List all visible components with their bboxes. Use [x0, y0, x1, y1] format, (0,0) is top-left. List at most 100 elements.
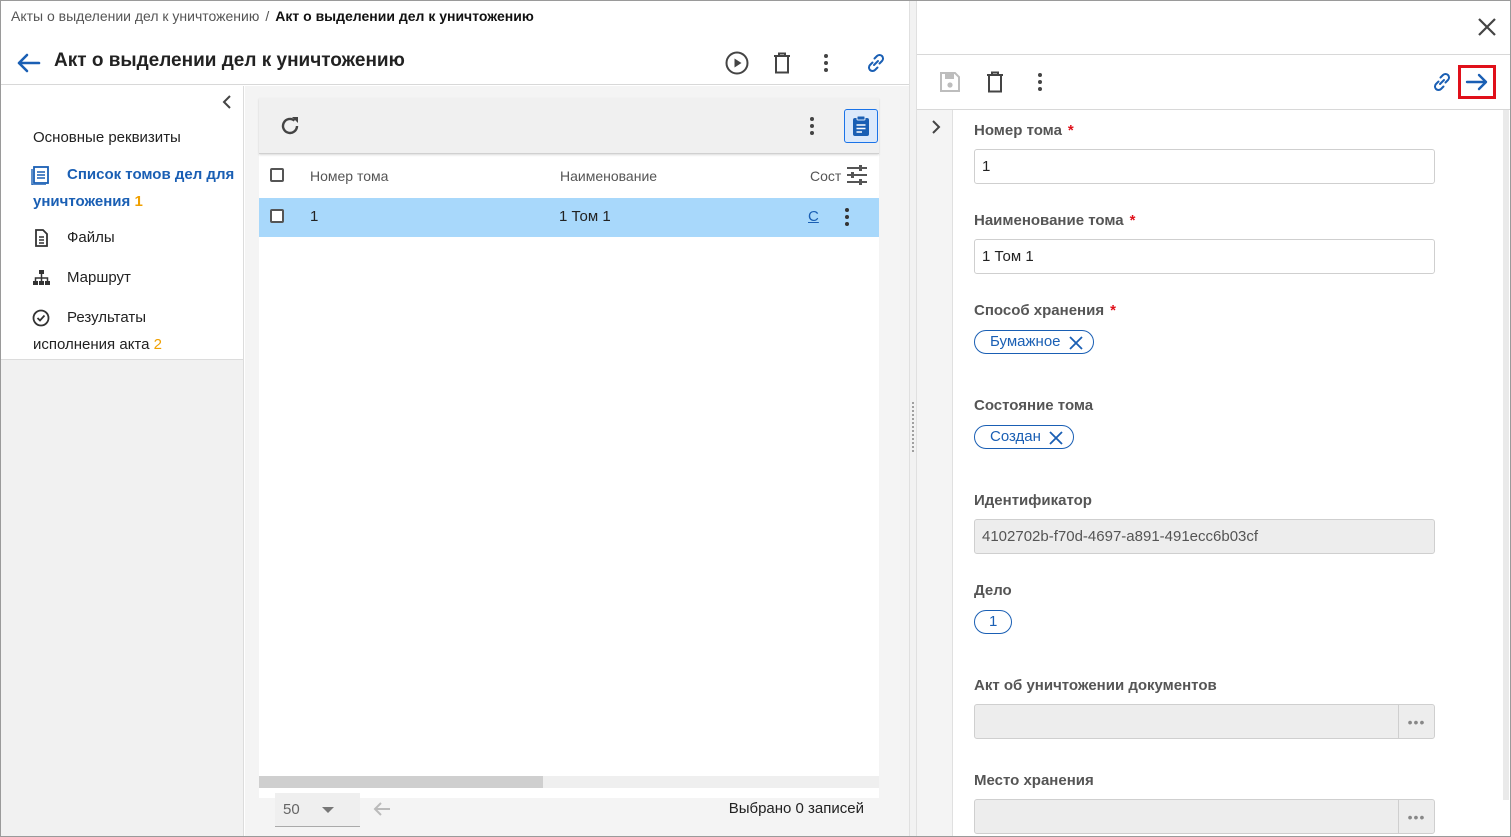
volume-table-card: Номер тома Наименование Сост 1 1 Том 1 С: [259, 98, 879, 798]
save-button[interactable]: [937, 69, 963, 95]
document-icon: [35, 229, 48, 247]
select-dots-button[interactable]: •••: [1398, 705, 1434, 738]
panel-splitter[interactable]: [909, 1, 917, 836]
volume-number-field[interactable]: 1: [974, 149, 1435, 184]
arrow-left-icon[interactable]: [371, 798, 393, 820]
breadcrumb-parent-link[interactable]: Акты о выделении дел к уничтожению: [11, 8, 259, 24]
destruction-act-label: Акт об уничтожении документов: [974, 677, 1217, 694]
detail-link-button[interactable]: [1429, 69, 1455, 95]
sidebar-item-count: 2: [153, 336, 162, 353]
main-panel: Акты о выделении дел к уничтожению / Акт о…: [1, 1, 909, 836]
row-more-icon[interactable]: [844, 207, 850, 227]
volume-name-label: Наименование тома *: [974, 212, 1136, 229]
close-icon[interactable]: [1049, 431, 1063, 445]
more-menu-button[interactable]: [812, 49, 840, 77]
chevron-left-icon[interactable]: [217, 92, 237, 112]
column-header-number[interactable]: Номер тома: [310, 168, 388, 184]
scrollbar-thumb[interactable]: [259, 776, 543, 788]
sidebar-item-label-line2: исполнения акта: [33, 336, 150, 353]
more-vertical-icon: [824, 54, 828, 72]
volume-number-label: Номер тома *: [974, 122, 1074, 139]
volume-table-area: Номер тома Наименование Сост 1 1 Том 1 С: [245, 86, 909, 836]
page-size-select[interactable]: 50: [275, 793, 360, 827]
case-label: Дело: [974, 582, 1012, 599]
breadcrumb-separator: /: [265, 8, 270, 24]
storage-method-label: Способ хранения *: [974, 302, 1116, 319]
sidebar-item-route[interactable]: Маршрут: [33, 264, 131, 291]
chip-label: 1: [989, 613, 998, 630]
grip-icon[interactable]: [911, 401, 915, 453]
volume-name-field[interactable]: 1 Том 1: [974, 239, 1435, 274]
detail-panel: Номер тома * 1 Наименование тома * 1 Том 1…: [917, 1, 1510, 836]
breadcrumb: Акты о выделении дел к уничтожению / Акт о…: [11, 8, 534, 24]
delete-button[interactable]: [768, 49, 796, 77]
check-badge-icon: [32, 309, 50, 327]
table-header: Номер тома Наименование Сост: [259, 156, 879, 196]
sidebar-item-label: Список томов дел для: [67, 166, 235, 183]
volume-state-chip[interactable]: Создан: [974, 425, 1074, 449]
sidebar: Основные реквизиты Список томов дел для …: [1, 86, 244, 836]
column-header-name[interactable]: Наименование: [560, 168, 657, 184]
sidebar-item-label: Результаты: [67, 309, 146, 326]
close-icon[interactable]: [1068, 336, 1083, 350]
detail-delete-button[interactable]: [982, 69, 1008, 95]
detail-side-strip: [917, 110, 953, 836]
select-dots-button[interactable]: •••: [1398, 800, 1434, 833]
column-header-state[interactable]: Сост: [810, 168, 841, 184]
list-icon: [31, 166, 49, 185]
open-full-button[interactable]: [1458, 65, 1496, 99]
identifier-label: Идентификатор: [974, 492, 1092, 509]
breadcrumb-current: Акт о выделении дел к уничтожению: [275, 8, 534, 24]
page-title: Акт о выделении дел к уничтожению: [54, 50, 405, 71]
arrow-right-icon: [1465, 73, 1488, 91]
table-row[interactable]: 1 1 Том 1 С: [259, 198, 879, 237]
case-chip[interactable]: 1: [974, 610, 1013, 634]
link-icon: [867, 53, 885, 73]
selected-count-text: Выбрано 0 записей: [728, 800, 864, 817]
back-arrow-icon[interactable]: [15, 51, 41, 75]
sidebar-item-act-results[interactable]: Результаты исполнения акта 2: [32, 304, 162, 358]
storage-place-label: Место хранения: [974, 772, 1094, 789]
identifier-field: 4102702b-f70d-4697-a891-491ecc6b03cf: [974, 519, 1435, 554]
column-settings-icon[interactable]: [845, 164, 869, 186]
play-circle-icon: [725, 51, 749, 75]
storage-place-field[interactable]: •••: [974, 799, 1435, 834]
copy-link-button[interactable]: [862, 49, 890, 77]
sidebar-item-main-details[interactable]: Основные реквизиты: [33, 124, 181, 151]
save-icon: [940, 72, 960, 92]
sidebar-item-count: 1: [134, 193, 143, 210]
more-vertical-icon: [810, 117, 814, 135]
select-all-checkbox[interactable]: [270, 168, 284, 182]
volume-state-label: Состояние тома: [974, 397, 1094, 414]
chip-label: Бумажное: [990, 333, 1061, 350]
run-button[interactable]: [723, 49, 751, 77]
page-size-value: 50: [283, 801, 300, 818]
page-header: Акт о выделении дел к уничтожению: [1, 41, 909, 85]
sidebar-item-label: Основные реквизиты: [33, 129, 181, 146]
cell-state-link[interactable]: С: [808, 208, 819, 225]
detail-more-button[interactable]: [1027, 69, 1053, 95]
cell-number: 1: [310, 208, 319, 225]
table-toolbar: [259, 98, 879, 154]
detail-toolbar: [917, 54, 1510, 110]
destruction-act-field[interactable]: •••: [974, 704, 1435, 739]
volume-form: Номер тома * 1 Наименование тома * 1 Том 1…: [954, 110, 1510, 836]
row-checkbox[interactable]: [270, 209, 284, 223]
refresh-button[interactable]: [275, 111, 305, 141]
vertical-scrollbar[interactable]: [1503, 110, 1509, 800]
clipboard-icon: [853, 115, 869, 136]
trash-icon: [774, 52, 790, 74]
clipboard-button[interactable]: [844, 109, 878, 143]
chevron-right-icon[interactable]: [927, 118, 945, 136]
more-vertical-icon: [1038, 73, 1042, 91]
horizontal-scrollbar[interactable]: [259, 776, 879, 788]
storage-method-chip[interactable]: Бумажное: [974, 330, 1094, 354]
table-more-button[interactable]: [797, 111, 827, 141]
sidebar-item-files[interactable]: Файлы: [33, 224, 115, 251]
sidebar-item-label-line2: уничтожения: [33, 193, 131, 210]
sidebar-item-volume-list[interactable]: Список томов дел для уничтожения 1: [31, 161, 235, 215]
caret-down-icon: [322, 807, 334, 813]
close-icon[interactable]: [1475, 15, 1499, 39]
cell-name: 1 Том 1: [559, 208, 611, 225]
hierarchy-icon: [33, 270, 50, 285]
